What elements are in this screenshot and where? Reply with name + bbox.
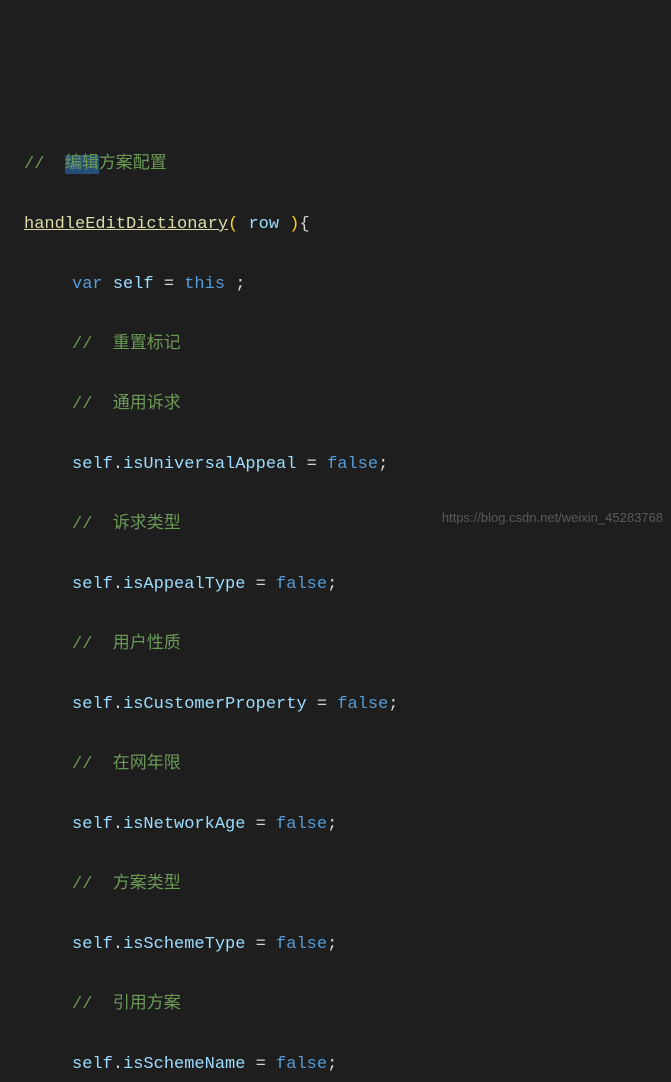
comment-text: // 通用诉求 <box>72 395 181 414</box>
keyword-this: this <box>184 275 225 294</box>
code-line: self.isUniversalAppeal = false; <box>24 450 671 480</box>
watermark-text: https://blog.csdn.net/weixin_45283768 <box>442 503 663 533</box>
variable: self <box>72 455 113 474</box>
comment-text: // 重置标记 <box>72 335 181 354</box>
property: isSchemeName <box>123 1055 245 1074</box>
code-editor-content[interactable]: // 编辑方案配置 handleEditDictionary( row ){ v… <box>24 120 671 1082</box>
comment-text: // 在网年限 <box>72 755 181 774</box>
variable: self <box>72 1055 113 1074</box>
brace: { <box>299 215 309 234</box>
comment-text: // 用户性质 <box>72 635 181 654</box>
code-line: // 用户性质 <box>24 630 671 660</box>
code-line: self.isSchemeType = false; <box>24 930 671 960</box>
comment-text: // 引用方案 <box>72 995 181 1014</box>
code-line: // 引用方案 <box>24 990 671 1020</box>
property: isCustomerProperty <box>123 695 307 714</box>
function-declaration: handleEditDictionary <box>24 215 228 234</box>
variable: self <box>72 695 113 714</box>
variable: self <box>72 935 113 954</box>
keyword-var: var <box>72 275 103 294</box>
code-line: self.isSchemeName = false; <box>24 1050 671 1080</box>
keyword-false: false <box>276 935 327 954</box>
keyword-false: false <box>276 815 327 834</box>
code-line: self.isNetworkAge = false; <box>24 810 671 840</box>
keyword-false: false <box>276 1055 327 1074</box>
variable: self <box>72 575 113 594</box>
keyword-false: false <box>327 455 378 474</box>
code-line: var self = this ; <box>24 270 671 300</box>
code-line: // 重置标记 <box>24 330 671 360</box>
variable: self <box>113 275 154 294</box>
code-line: self.isAppealType = false; <box>24 570 671 600</box>
code-line: handleEditDictionary( row ){ <box>24 210 671 240</box>
comment-text: // 方案类型 <box>72 875 181 894</box>
paren: ( <box>228 215 238 234</box>
selected-text: 编辑 <box>65 155 99 174</box>
property: isSchemeType <box>123 935 245 954</box>
property: isUniversalAppeal <box>123 455 296 474</box>
paren: ) <box>289 215 299 234</box>
parameter: row <box>248 215 279 234</box>
code-line: // 在网年限 <box>24 750 671 780</box>
keyword-false: false <box>276 575 327 594</box>
comment-text: // 诉求类型 <box>72 515 181 534</box>
code-line: // 通用诉求 <box>24 390 671 420</box>
comment-text: // <box>24 155 65 174</box>
code-line: // 方案类型 <box>24 870 671 900</box>
code-line: // 编辑方案配置 <box>24 150 671 180</box>
code-line: self.isCustomerProperty = false; <box>24 690 671 720</box>
property: isAppealType <box>123 575 245 594</box>
comment-text: 方案配置 <box>99 155 167 174</box>
property: isNetworkAge <box>123 815 245 834</box>
variable: self <box>72 815 113 834</box>
keyword-false: false <box>337 695 388 714</box>
